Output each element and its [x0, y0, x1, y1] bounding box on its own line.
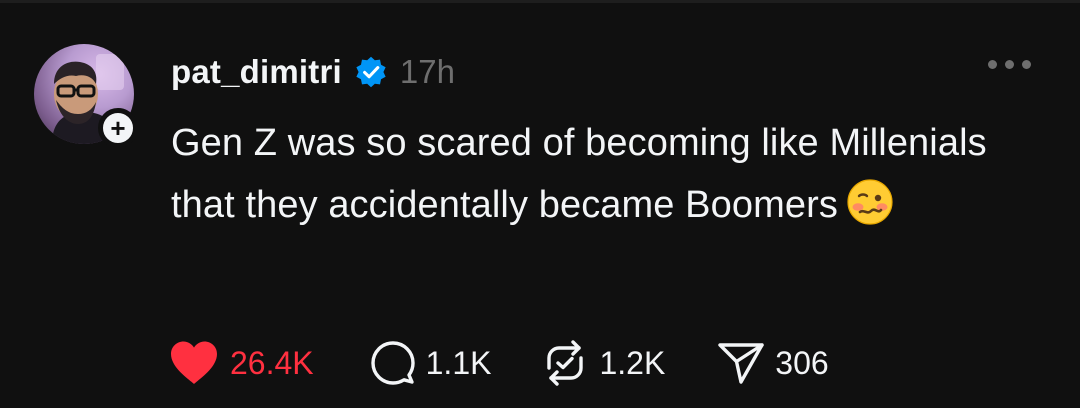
- repost-button[interactable]: 1.2K: [541, 340, 665, 386]
- reply-count: 1.1K: [425, 344, 492, 381]
- more-options-button[interactable]: [988, 60, 1031, 69]
- repost-icon: [547, 340, 584, 386]
- reply-button[interactable]: 1.1K: [370, 340, 492, 386]
- woozy-face-icon: [847, 179, 893, 225]
- like-button[interactable]: 26.4K: [168, 339, 314, 387]
- ellipsis-icon: [988, 60, 997, 69]
- plus-icon: +: [110, 113, 126, 143]
- repost-count: 1.2K: [599, 344, 666, 381]
- post-body: Gen Z was so scared of becoming like Mil…: [171, 112, 1031, 236]
- post-timestamp: 17h: [399, 53, 455, 90]
- post-actions: 26.4K 1.1K 1.2K 306: [168, 338, 829, 388]
- follow-button[interactable]: +: [98, 108, 138, 148]
- comment-bubble-icon: [370, 341, 415, 385]
- share-count: 306: [775, 344, 829, 381]
- like-count: 26.4K: [230, 344, 314, 381]
- top-divider: [0, 0, 1080, 3]
- username-link[interactable]: pat_dimitri: [171, 53, 342, 91]
- share-button[interactable]: 306: [717, 340, 829, 386]
- heart-icon: [171, 341, 217, 384]
- verified-badge-icon: [356, 56, 386, 88]
- post-header: pat_dimitri 17h: [171, 50, 455, 94]
- avatar-container[interactable]: +: [34, 44, 138, 148]
- send-icon: [718, 343, 764, 384]
